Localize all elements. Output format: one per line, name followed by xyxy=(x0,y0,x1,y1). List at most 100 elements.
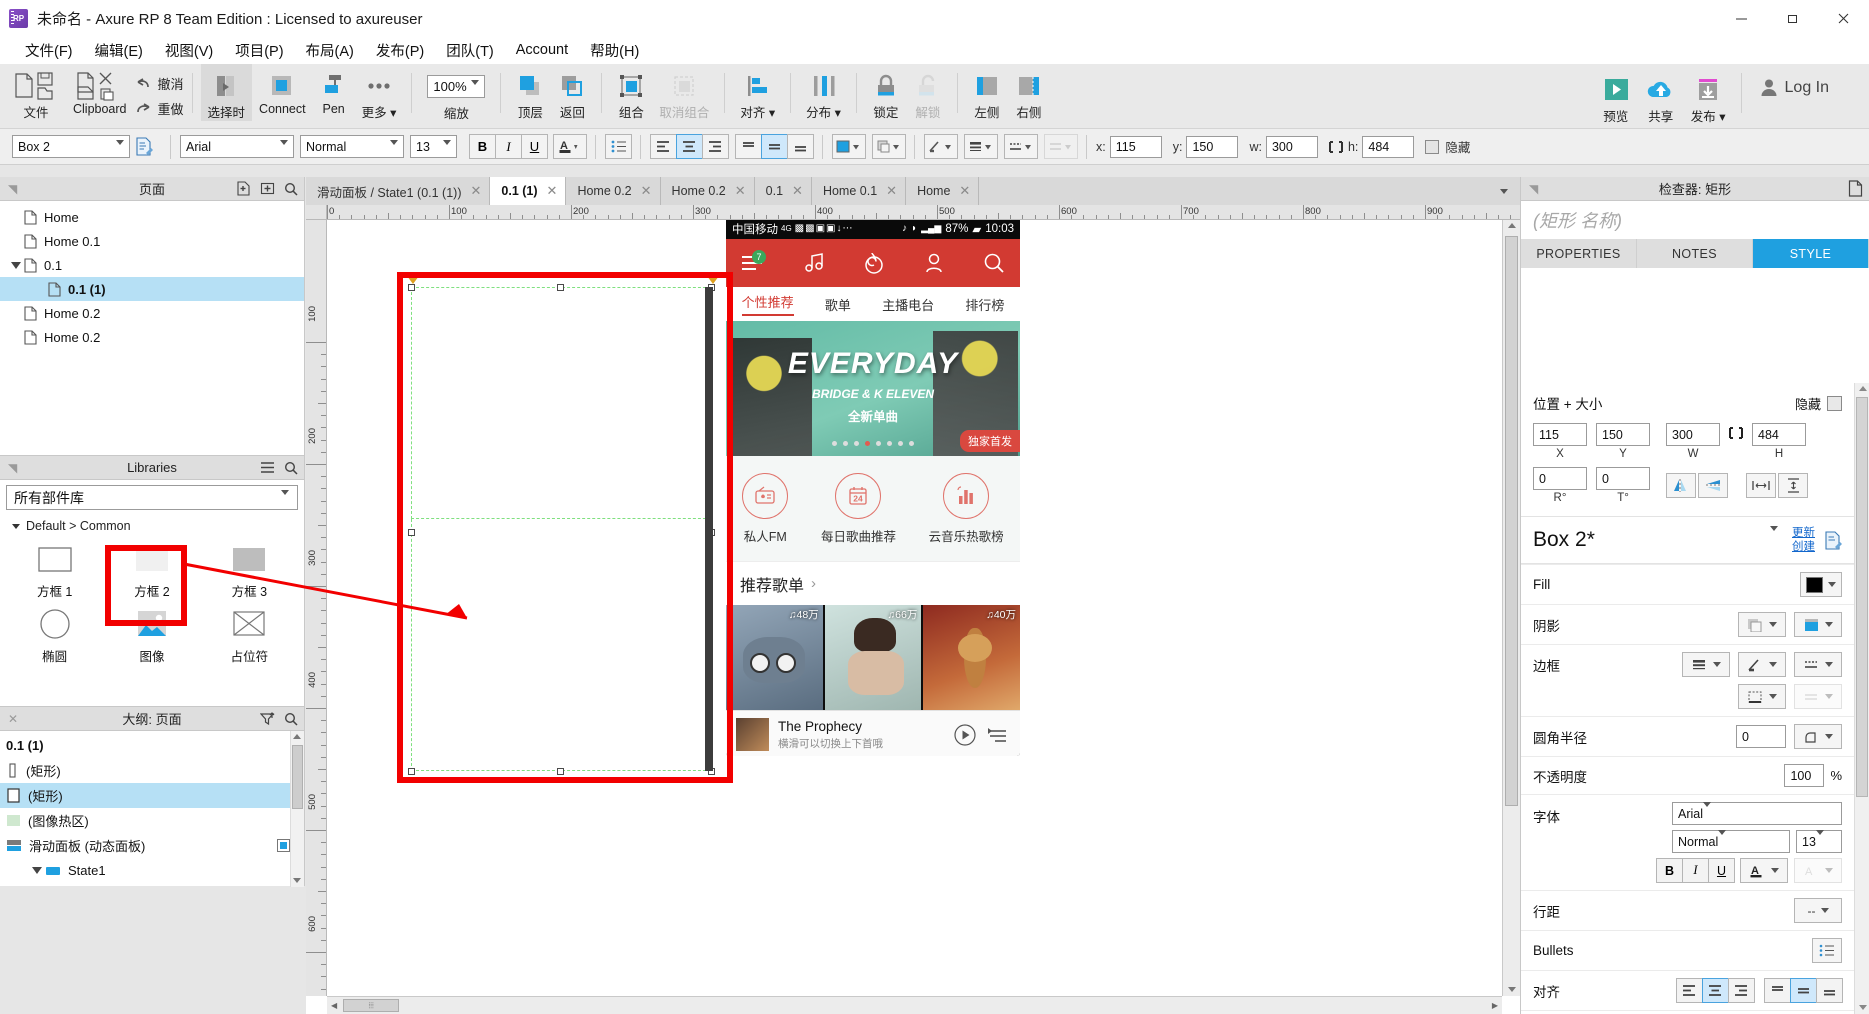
valign-bottom-button[interactable] xyxy=(787,134,814,159)
close-tab-icon[interactable]: ✕ xyxy=(470,183,481,199)
lock-button[interactable]: 锁定 xyxy=(865,64,907,121)
align-right-button[interactable] xyxy=(1728,978,1755,1003)
bullets-button[interactable] xyxy=(1812,938,1842,963)
close-button[interactable] xyxy=(1818,0,1869,36)
zoom-control[interactable]: 100% 缩放 xyxy=(420,64,492,122)
redo-button[interactable]: 重做 xyxy=(134,96,184,121)
menu-help[interactable]: 帮助(H) xyxy=(579,37,650,64)
outline-item[interactable]: State1 xyxy=(0,858,304,883)
library-widget-image[interactable]: 图像 xyxy=(103,602,200,667)
underline-button[interactable]: U xyxy=(1708,858,1735,883)
widget-style-select[interactable]: Box 2 xyxy=(12,135,130,159)
line-spacing-select[interactable]: -- xyxy=(1794,898,1842,923)
library-widget-box-outline[interactable]: 方框 1 xyxy=(6,539,103,602)
font-weight-select[interactable]: Normal xyxy=(1672,829,1790,853)
fit-width-button[interactable] xyxy=(1746,473,1776,498)
close-tab-icon[interactable]: ✕ xyxy=(792,183,803,199)
entry-daily-songs[interactable]: 24 每日歌曲推荐 xyxy=(821,472,896,545)
library-widget-box-gray-fill[interactable]: 方框 3 xyxy=(201,539,298,602)
canvas-tab[interactable]: Home ✕ xyxy=(906,177,980,205)
menu-publish[interactable]: 发布(P) xyxy=(365,37,435,64)
close-tab-icon[interactable]: ✕ xyxy=(886,183,897,199)
outline-item[interactable]: (图像) xyxy=(0,883,304,887)
close-tab-icon[interactable]: ✕ xyxy=(735,183,746,199)
widget-name-input[interactable]: (矩形 名称) xyxy=(1521,201,1869,239)
toggle-left-panel-button[interactable]: 左侧 xyxy=(966,64,1008,121)
collapse-panel-icon[interactable]: ◥ xyxy=(8,461,17,475)
page-tree-item[interactable]: Home xyxy=(0,205,304,229)
line-style-button[interactable] xyxy=(1004,134,1038,159)
create-style-link[interactable]: 创建 xyxy=(1792,540,1815,554)
entry-private-fm[interactable]: 私人FM xyxy=(742,472,789,545)
preview-button[interactable]: 预览 xyxy=(1594,64,1638,125)
expand-toggle-icon[interactable] xyxy=(8,261,24,269)
outline-scrollbar[interactable] xyxy=(290,731,304,887)
canvas-tab[interactable]: 滑动面板 / State1 (0.1 (1)) ✕ xyxy=(306,177,491,205)
netease-logo-icon[interactable] xyxy=(862,251,886,275)
resize-handle-n[interactable] xyxy=(557,284,564,291)
chevron-down-icon[interactable] xyxy=(1770,526,1778,549)
align-center-button[interactable] xyxy=(1702,978,1729,1003)
italic-button[interactable]: I xyxy=(495,134,522,159)
distribute-button[interactable]: 分布 ▾ xyxy=(799,64,848,121)
tab-properties[interactable]: PROPERTIES xyxy=(1521,239,1637,268)
lock-aspect-icon[interactable] xyxy=(1729,427,1743,439)
scroll-down-arrow-icon[interactable] xyxy=(293,878,301,883)
line-color-button[interactable] xyxy=(924,134,958,159)
zoom-input[interactable]: 100% xyxy=(427,75,486,100)
resize-handle-w[interactable] xyxy=(408,529,415,536)
hscroll-thumb[interactable]: ⦙⦙⦙ xyxy=(343,999,400,1012)
shadow-button[interactable] xyxy=(872,134,906,159)
y-input[interactable]: 150 xyxy=(1596,423,1650,446)
playlist-queue-icon[interactable] xyxy=(986,723,1010,747)
line-width-button[interactable] xyxy=(964,134,998,159)
music-note-icon[interactable] xyxy=(802,251,826,275)
vscroll-thumb[interactable] xyxy=(1505,236,1518,806)
scroll-thumb[interactable] xyxy=(292,745,303,809)
phone-tab[interactable]: 个性推荐 xyxy=(741,292,794,316)
scroll-up-arrow-icon[interactable] xyxy=(1859,386,1867,391)
phone-tab[interactable]: 排行榜 xyxy=(965,295,1004,314)
hidden-checkbox[interactable] xyxy=(1827,395,1842,411)
phone-tab[interactable]: 歌单 xyxy=(825,295,851,314)
canvas-tab[interactable]: Home 0.2 ✕ xyxy=(566,177,661,205)
hidden-checkbox[interactable] xyxy=(1425,139,1440,154)
search-icon[interactable] xyxy=(284,182,298,196)
valign-bottom-button[interactable] xyxy=(1816,978,1843,1003)
phone-banner[interactable]: EVERYDAY BRIDGE & K ELEVEN 全新单曲 独家首发 xyxy=(726,321,1020,456)
library-widget-ellipse[interactable]: 椭圆 xyxy=(6,602,103,667)
border-color-button[interactable] xyxy=(1738,652,1786,677)
inspector-doc-icon[interactable] xyxy=(1848,180,1863,197)
valign-middle-button[interactable] xyxy=(761,134,788,159)
canvas-tab[interactable]: Home 0.1 ✕ xyxy=(811,177,907,205)
menu-hamburger-button[interactable]: 7 xyxy=(740,250,766,274)
lock-aspect-icon[interactable] xyxy=(1328,140,1343,153)
resize-handle-sw[interactable] xyxy=(408,768,415,775)
canvas-vertical-scrollbar[interactable] xyxy=(1502,220,1520,996)
update-style-link[interactable]: 更新 xyxy=(1792,526,1815,540)
playlist-card[interactable]: ♫48万 xyxy=(726,605,823,710)
canvas-tab[interactable]: 0.1 (1) ✕ xyxy=(490,177,567,205)
tab-notes[interactable]: NOTES xyxy=(1637,239,1753,268)
border-visibility-button[interactable] xyxy=(1738,684,1786,709)
fit-height-button[interactable] xyxy=(1778,473,1808,498)
align-left-button[interactable] xyxy=(650,134,677,159)
flip-horizontal-button[interactable] xyxy=(1666,473,1696,498)
add-page-icon[interactable] xyxy=(236,181,251,196)
outline-item[interactable]: (图像热区) xyxy=(0,808,304,833)
menu-account[interactable]: Account xyxy=(505,39,579,61)
profile-icon[interactable] xyxy=(922,251,946,275)
w-input[interactable]: 300 xyxy=(1265,135,1318,158)
align-center-button[interactable] xyxy=(676,134,703,159)
canvas-horizontal-scrollbar[interactable]: ◀ ⦙⦙⦙ ▶ xyxy=(327,996,1502,1014)
share-button[interactable]: 共享 xyxy=(1638,64,1684,125)
bold-button[interactable]: B xyxy=(469,134,496,159)
outline-item[interactable]: (矩形) xyxy=(0,783,304,808)
menu-project[interactable]: 项目(P) xyxy=(224,37,294,64)
inner-shadow-button[interactable] xyxy=(1794,612,1842,637)
corner-radius-input[interactable]: 0 xyxy=(1736,725,1786,748)
menu-edit[interactable]: 编辑(E) xyxy=(84,37,154,64)
close-tab-icon[interactable]: ✕ xyxy=(959,183,970,199)
valign-middle-button[interactable] xyxy=(1790,978,1817,1003)
canvas-tab[interactable]: 0.1 ✕ xyxy=(754,177,812,205)
